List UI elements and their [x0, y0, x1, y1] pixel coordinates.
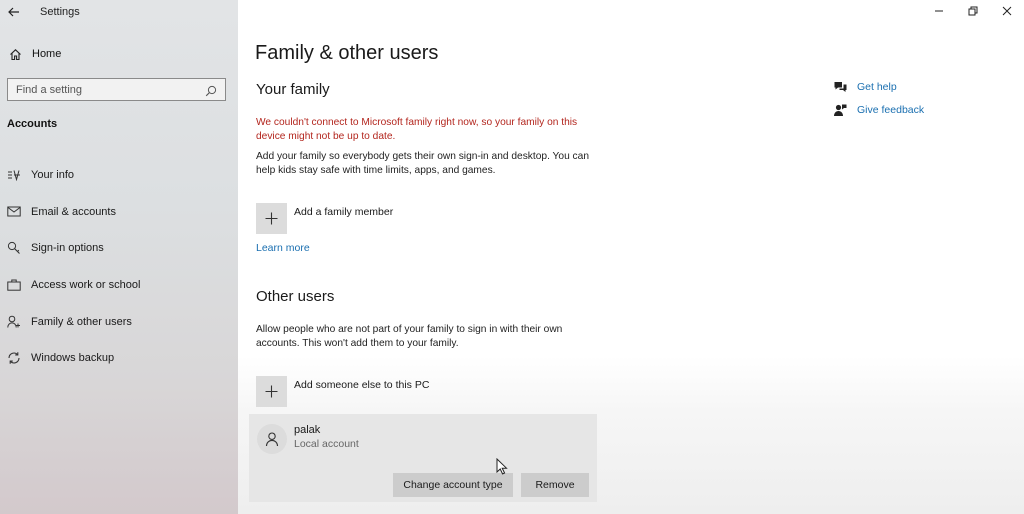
minimize-icon [935, 10, 943, 12]
home-nav-item[interactable]: Home [0, 42, 238, 66]
page-title: Family & other users [255, 42, 439, 64]
key-icon [6, 240, 22, 256]
close-icon [1002, 6, 1012, 16]
window-controls [922, 0, 1024, 22]
sidebar-item-label: Windows backup [31, 352, 115, 365]
sidebar-item-family-other-users[interactable]: Family & other users [0, 303, 238, 340]
user-avatar-icon [257, 424, 287, 454]
add-family-member-label: Add a family member [294, 206, 394, 218]
sidebar-item-access-work-school[interactable]: Access work or school [0, 267, 238, 304]
other-users-description: Allow people who are not part of your fa… [256, 324, 563, 349]
learn-more-link[interactable]: Learn more [256, 242, 310, 254]
mouse-pointer-icon [496, 457, 508, 480]
help-panel: Get help Give feedback [832, 75, 924, 121]
plus-icon [256, 203, 287, 234]
title-bar: Settings [0, 0, 238, 24]
person-add-icon [6, 314, 22, 330]
sidebar-nav: Your info Email & accounts Sign-in optio… [0, 157, 238, 377]
search-input[interactable] [16, 83, 205, 96]
your-info-icon [6, 167, 22, 183]
sidebar-item-label: Access work or school [31, 279, 141, 292]
briefcase-icon [6, 277, 22, 293]
close-button[interactable] [990, 0, 1024, 22]
family-description: Add your family so everybody gets their … [256, 151, 589, 176]
add-someone-else-button[interactable]: Add someone else to this PC [256, 376, 429, 407]
sidebar-item-label: Family & other users [31, 315, 132, 328]
sidebar-item-label: Your info [31, 169, 75, 182]
minimize-button[interactable] [922, 0, 956, 22]
back-arrow-icon [8, 7, 19, 17]
user-name: palak [294, 424, 321, 436]
sidebar-item-label: Email & accounts [31, 205, 116, 218]
restore-icon [968, 6, 978, 16]
email-icon [6, 204, 22, 220]
sidebar-item-email-accounts[interactable]: Email & accounts [0, 194, 238, 231]
give-feedback-label: Give feedback [857, 103, 925, 116]
sync-icon [6, 350, 22, 366]
sidebar-item-label: Sign-in options [31, 242, 104, 255]
main-content: Family & other users Your family We coul… [238, 0, 1024, 514]
change-account-type-button[interactable]: Change account type [393, 473, 513, 497]
add-someone-else-label: Add someone else to this PC [294, 379, 430, 391]
sidebar-item-sign-in-options[interactable]: Sign-in options [0, 230, 238, 267]
other-users-heading: Other users [256, 288, 335, 305]
restore-button[interactable] [956, 0, 990, 22]
get-help-link[interactable]: Get help [832, 75, 924, 98]
user-account-type: Local account [294, 438, 359, 450]
app-title: Settings [40, 6, 80, 18]
give-feedback-link[interactable]: Give feedback [832, 98, 924, 121]
chat-help-icon [832, 79, 848, 95]
accounts-section-header: Accounts [7, 118, 58, 130]
search-box[interactable] [7, 78, 226, 101]
search-icon[interactable] [205, 84, 217, 96]
get-help-label: Get help [857, 80, 897, 93]
home-label: Home [32, 48, 62, 60]
plus-icon [256, 376, 287, 407]
sidebar-item-your-info[interactable]: Your info [0, 157, 238, 194]
remove-user-button[interactable]: Remove [521, 473, 589, 497]
user-card-palak[interactable]: palak Local account Change account type … [249, 414, 597, 502]
add-family-member-button[interactable]: Add a family member [256, 203, 393, 234]
sidebar: Settings Home Accounts Your info Email &… [0, 0, 238, 514]
sidebar-item-windows-backup[interactable]: Windows backup [0, 340, 238, 377]
your-family-heading: Your family [256, 81, 330, 98]
feedback-icon [832, 102, 848, 118]
back-button[interactable] [0, 0, 28, 24]
family-error-message: We couldn't connect to Microsoft family … [256, 117, 578, 142]
home-icon [8, 47, 22, 61]
